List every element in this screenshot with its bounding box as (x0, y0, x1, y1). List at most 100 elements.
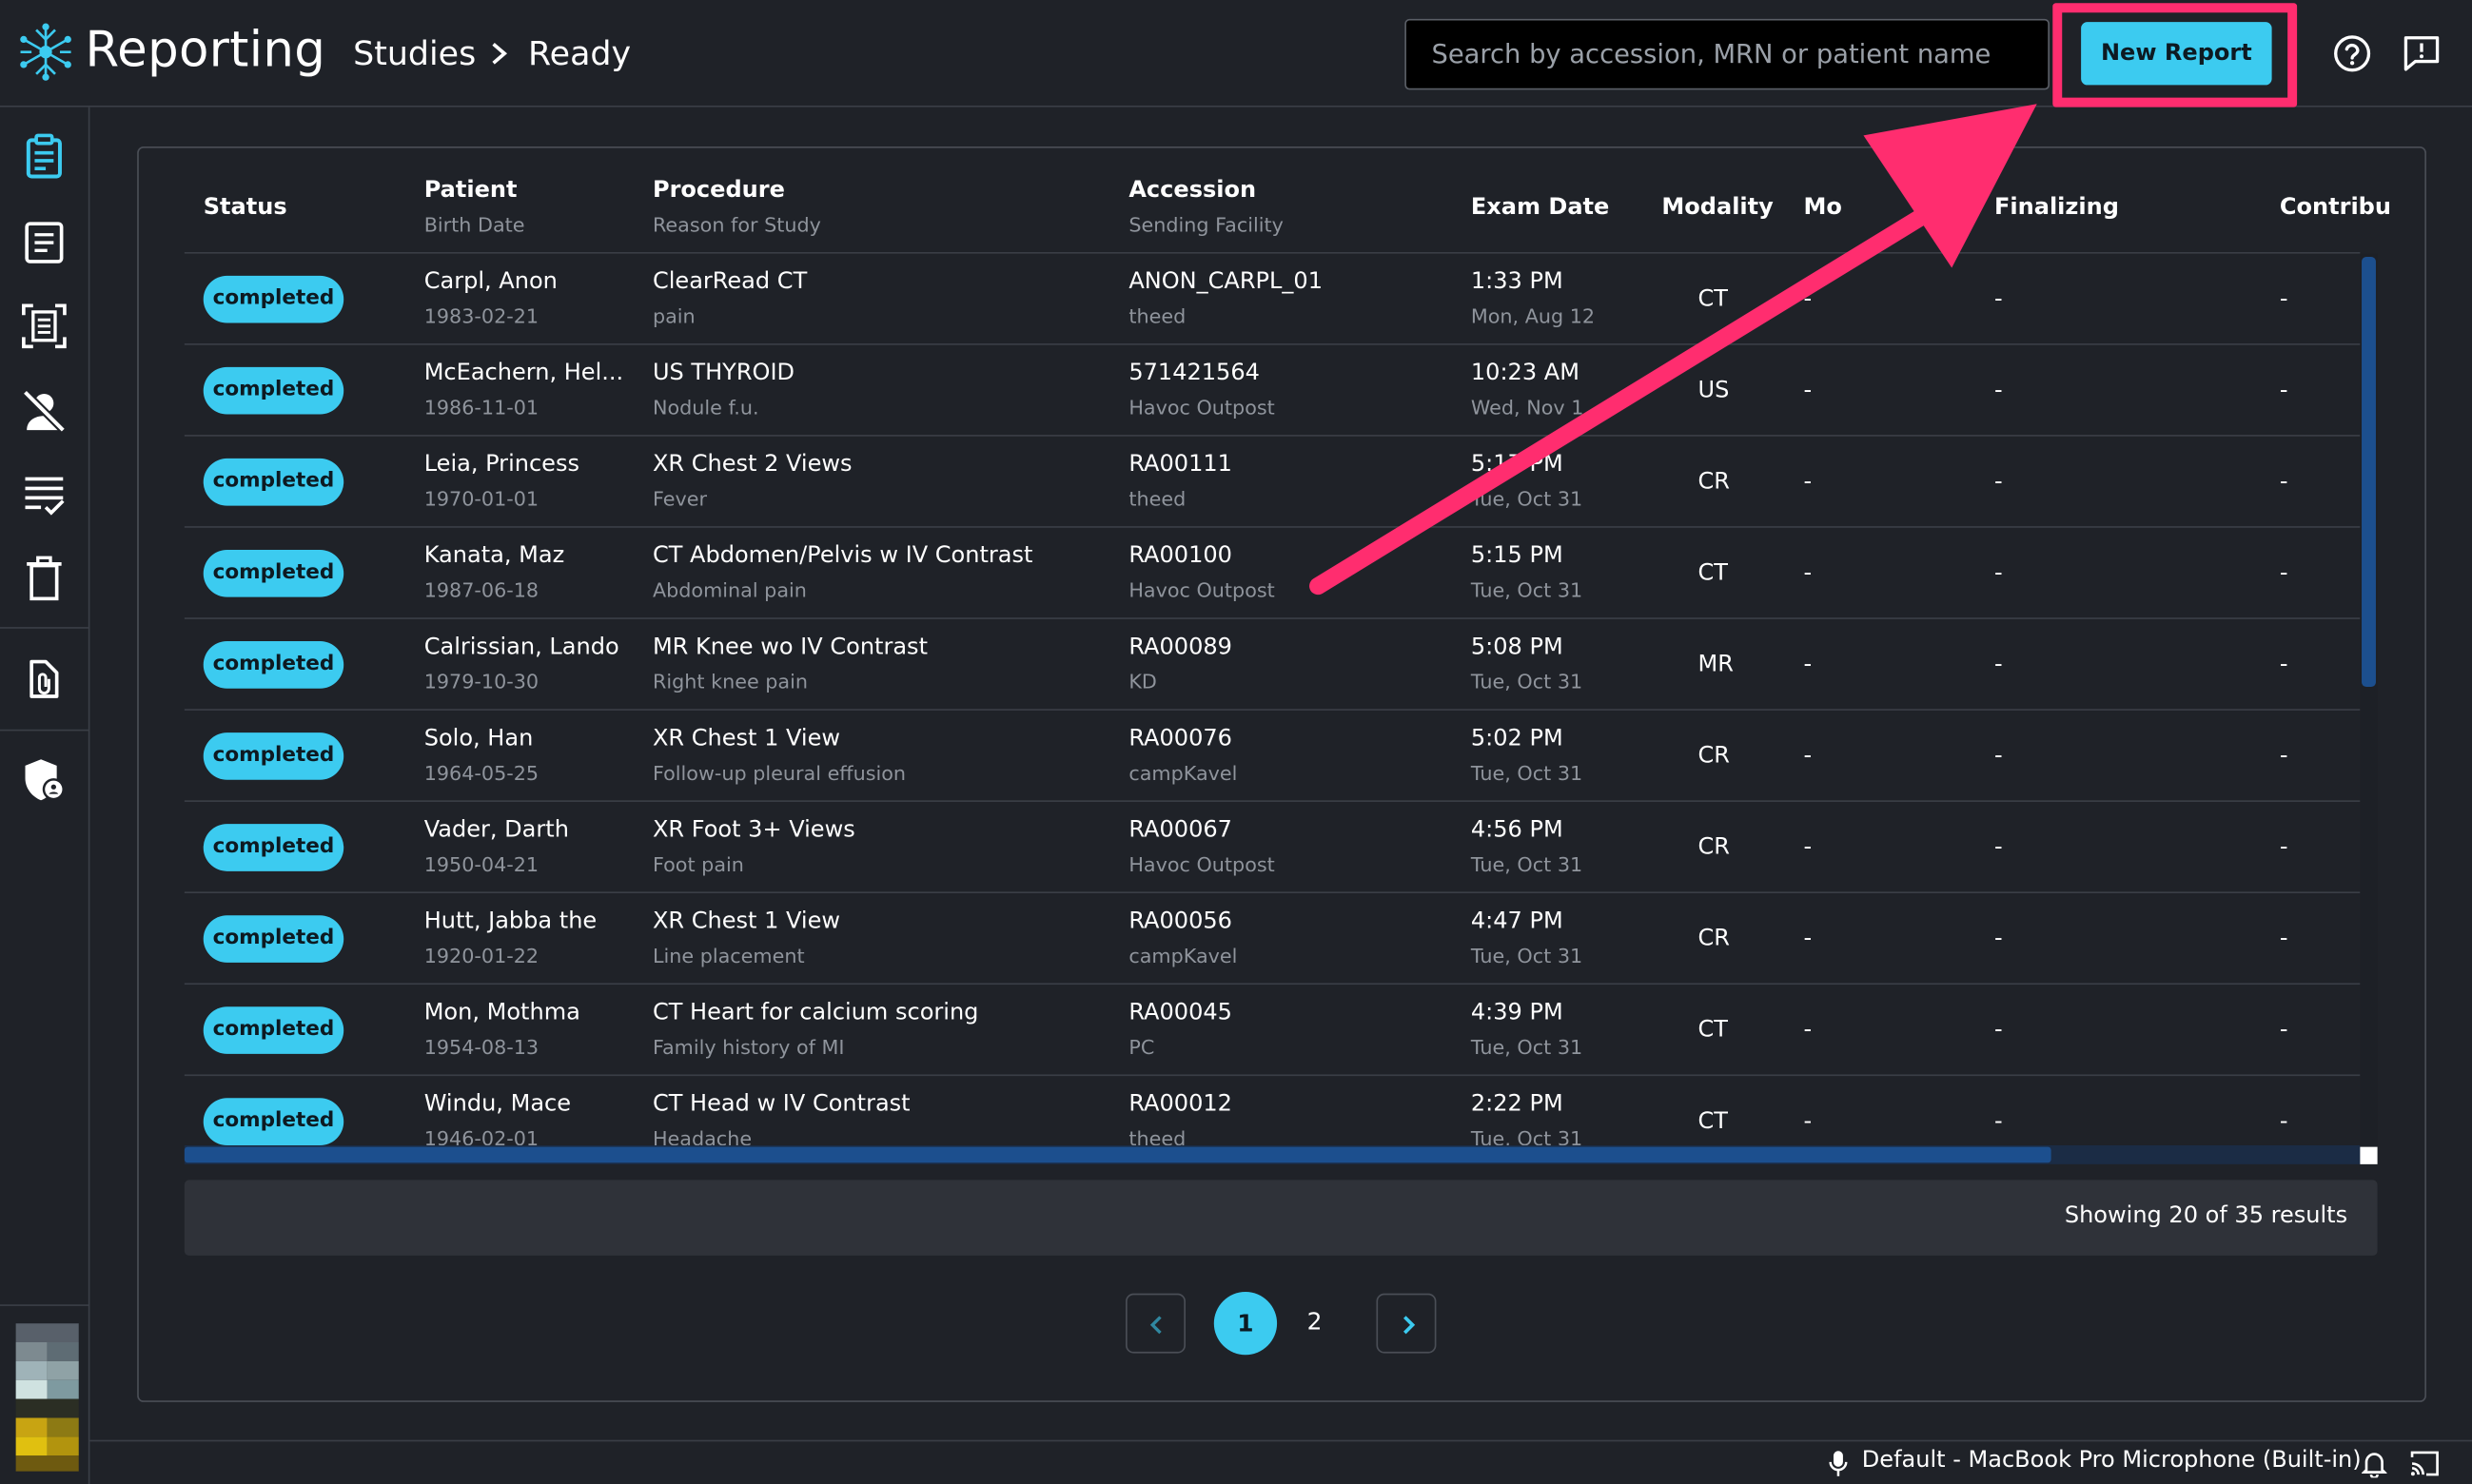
reason-for-study: Right knee pain (652, 669, 809, 693)
table-row[interactable] (185, 254, 2361, 345)
new-report-button[interactable]: New Report (2081, 22, 2272, 86)
page-1-button[interactable]: 1 (1213, 1292, 1278, 1356)
sidebar (0, 107, 90, 1484)
finalizing-value: - (1993, 926, 2003, 952)
microphone-icon (1829, 1451, 1848, 1476)
app-window: Reporting Studies Ready New Report (0, 0, 2472, 1484)
microphone-selector[interactable]: Default - MacBook Pro Microphone (Built-… (1862, 1448, 2362, 1473)
modality: US (1697, 378, 1730, 403)
column-subheader-facility: Sending Facility (1128, 212, 1284, 237)
logo-icon[interactable] (16, 21, 76, 84)
finalizing-value: - (1993, 1108, 2003, 1135)
checklist-icon[interactable] (21, 471, 69, 518)
page-2-button[interactable]: 2 (1307, 1308, 1323, 1337)
procedure: CT Abdomen/Pelvis w IV Contrast (652, 543, 1033, 569)
reason-for-study: Line placement (652, 944, 805, 967)
contributors-value: - (2279, 652, 2288, 678)
procedure: XR Chest 1 View (652, 908, 841, 935)
status-badge: completed (203, 641, 344, 689)
search-input[interactable] (1404, 18, 2050, 90)
table-row[interactable] (185, 437, 2361, 528)
procedure: MR Knee wo IV Contrast (652, 635, 929, 660)
help-icon[interactable] (2332, 33, 2373, 74)
birth-date: 1970-01-01 (423, 486, 540, 511)
exam-time: 5:08 PM (1470, 635, 1563, 660)
document-icon[interactable] (21, 219, 69, 266)
column-header-finalizing[interactable]: Finalizing (1994, 195, 2119, 220)
trash-icon[interactable] (21, 555, 69, 602)
mo-value: - (1803, 834, 1813, 861)
table-row[interactable] (185, 893, 2361, 985)
column-header-exam-date[interactable]: Exam Date (1471, 195, 1609, 220)
reason-for-study: Foot pain (652, 851, 744, 876)
mo-value: - (1803, 1017, 1813, 1044)
avatar[interactable] (15, 1323, 79, 1472)
column-header-procedure[interactable]: Procedure (653, 178, 785, 203)
procedure: XR Chest 1 View (652, 726, 841, 752)
clipboard-list-icon[interactable] (21, 132, 69, 180)
table-row[interactable] (185, 985, 2361, 1076)
mo-value: - (1803, 926, 1813, 952)
patient-name: Windu, Mace (423, 1091, 572, 1118)
birth-date: 1950-04-21 (423, 851, 540, 876)
column-header-mo[interactable]: Mo (1803, 195, 1841, 220)
accession: ANON_CARPL_01 (1128, 269, 1324, 295)
cast-icon[interactable] (2409, 1450, 2441, 1478)
exam-date: Tue, Oct 31 (1470, 851, 1583, 876)
column-header-modality[interactable]: Modality (1661, 195, 1773, 220)
status-badge: completed (203, 1098, 344, 1145)
procedure: ClearRead CT (652, 269, 808, 295)
app-title: Reporting (85, 22, 326, 79)
status-badge: completed (203, 732, 344, 780)
feedback-icon[interactable] (2401, 33, 2442, 74)
patient-name: Kanata, Maz (423, 543, 565, 569)
birth-date: 1979-10-30 (423, 669, 540, 693)
finalizing-value: - (1993, 834, 2003, 861)
next-page-button[interactable] (1376, 1293, 1437, 1354)
table-row[interactable] (185, 711, 2361, 802)
modality: CT (1697, 1017, 1728, 1044)
accession: RA00089 (1128, 635, 1232, 660)
modality: CT (1697, 1108, 1728, 1135)
reason-for-study: pain (652, 303, 696, 328)
exam-date: Tue, Oct 31 (1470, 1035, 1583, 1059)
contributors-value: - (2279, 743, 2288, 770)
procedure: CT Head w IV Contrast (652, 1091, 911, 1118)
sidebar-divider (0, 627, 90, 629)
status-badge: completed (203, 458, 344, 506)
scrollbar-corner (2360, 1146, 2378, 1164)
vertical-scrollbar-thumb[interactable] (2362, 256, 2376, 688)
table-row[interactable] (185, 528, 2361, 619)
column-header-status[interactable]: Status (204, 195, 287, 220)
sending-facility: Havoc Outpost (1128, 577, 1275, 602)
contributors-value: - (2279, 834, 2288, 861)
column-header-patient[interactable]: Patient (424, 178, 518, 203)
user-off-icon[interactable] (21, 387, 69, 435)
modality: CR (1697, 926, 1730, 952)
finalizing-value: - (1993, 1017, 2003, 1044)
modality: MR (1697, 652, 1734, 678)
column-header-accession[interactable]: Accession (1128, 178, 1256, 203)
results-count: Showing 20 of 35 results (2064, 1203, 2348, 1229)
previous-page-button[interactable] (1126, 1293, 1186, 1354)
table-row[interactable] (185, 802, 2361, 893)
sidebar-divider (0, 1304, 90, 1306)
bell-icon[interactable] (2362, 1450, 2387, 1478)
attachment-file-icon[interactable] (21, 654, 69, 701)
reason-for-study: Family history of MI (652, 1035, 845, 1059)
mo-value: - (1803, 743, 1813, 770)
shield-user-icon[interactable] (21, 756, 69, 804)
exam-time: 10:23 AM (1470, 361, 1579, 386)
table-row[interactable] (185, 345, 2361, 437)
column-header-contributors[interactable]: Contribu (2280, 195, 2391, 220)
patient-name: Hutt, Jabba the (423, 908, 598, 935)
table-row[interactable] (185, 619, 2361, 711)
finalizing-value: - (1993, 652, 2003, 678)
scan-document-icon[interactable] (21, 303, 69, 350)
exam-time: 5:17 PM (1470, 452, 1563, 478)
patient-name: Vader, Darth (423, 817, 569, 844)
breadcrumb-studies[interactable]: Studies (353, 34, 476, 72)
horizontal-scrollbar-thumb[interactable] (184, 1146, 2051, 1163)
exam-date: Tue, Oct 31 (1470, 669, 1583, 693)
modality: CR (1697, 743, 1730, 770)
